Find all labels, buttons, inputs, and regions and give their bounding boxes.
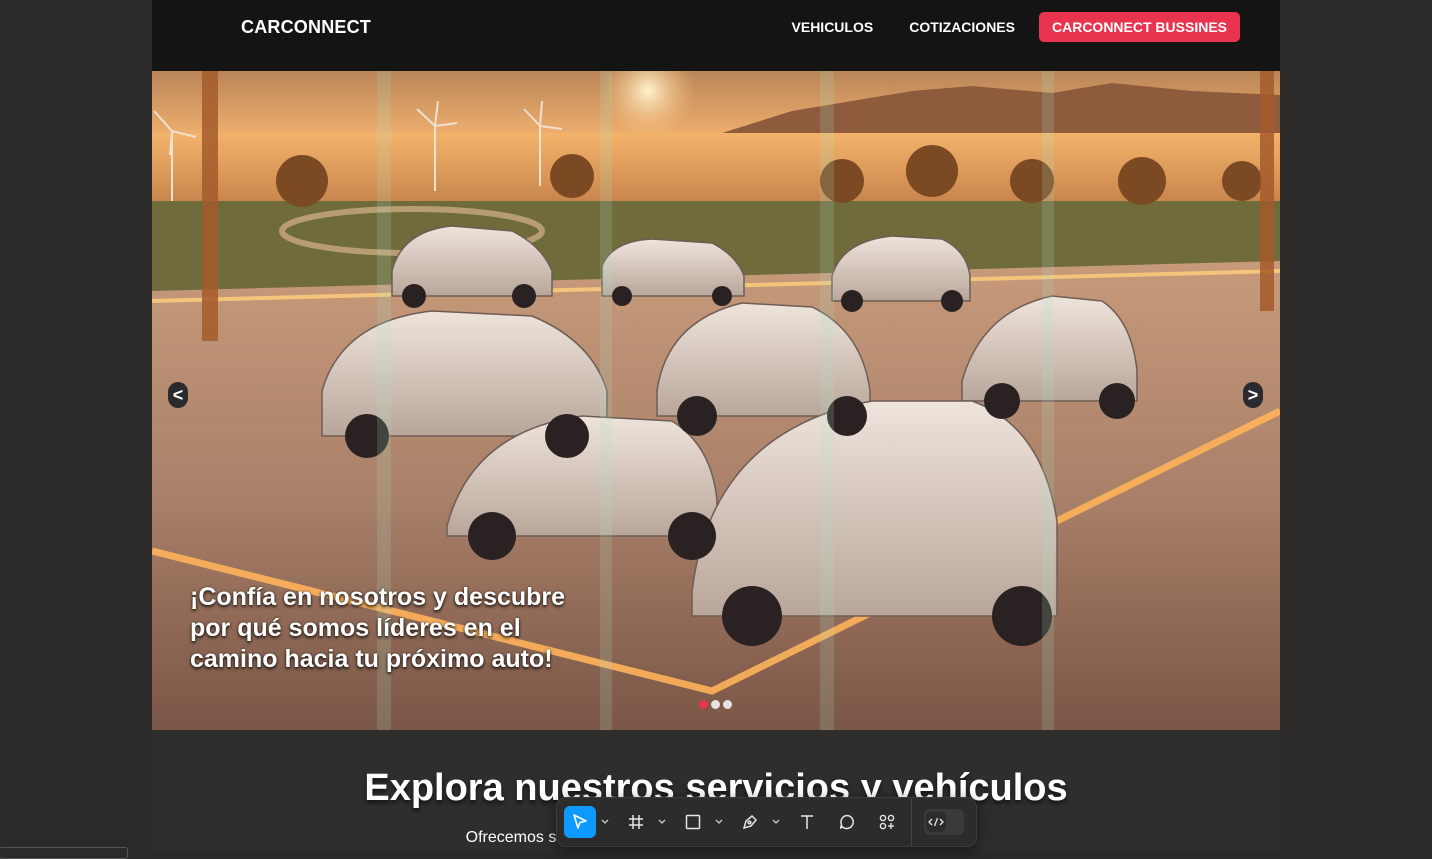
carousel-prev-button[interactable]: < (168, 382, 188, 408)
actions-icon[interactable] (871, 806, 903, 838)
bottom-left-panel (0, 847, 128, 859)
chevron-down-icon[interactable] (600, 815, 610, 829)
code-icon (926, 812, 946, 832)
hero-caption: ¡Confía en nosotros y descubre por qué s… (190, 583, 566, 673)
rectangle-icon[interactable] (677, 806, 709, 838)
carousel-dot-3[interactable] (723, 700, 732, 709)
nav-vehiculos[interactable]: VEHICULOS (792, 19, 874, 35)
carousel-dot-1[interactable] (699, 700, 708, 709)
carousel-next-button[interactable]: > (1243, 382, 1263, 408)
nav-cotizaciones[interactable]: COTIZACIONES (909, 19, 1015, 35)
business-cta-button[interactable]: CARCONNECT BUSSINES (1038, 12, 1240, 42)
chevron-down-icon[interactable] (771, 815, 781, 829)
dev-mode-toggle[interactable] (924, 809, 964, 835)
hero-carousel: < > ¡Confía en nosotros y descubre por q… (152, 71, 1280, 730)
move-pointer-icon[interactable] (564, 806, 596, 838)
app-frame: CARCONNECT VEHICULOS COTIZACIONES CARCON… (152, 0, 1280, 852)
comment-icon[interactable] (831, 806, 863, 838)
chevron-down-icon[interactable] (657, 815, 667, 829)
main-nav: VEHICULOS COTIZACIONES CARCONNECT BUSSIN… (756, 12, 1240, 42)
frame-icon[interactable] (620, 806, 652, 838)
design-toolbar (556, 797, 977, 847)
carousel-indicators (699, 700, 735, 709)
text-icon[interactable] (791, 806, 823, 838)
site-header: CARCONNECT VEHICULOS COTIZACIONES CARCON… (152, 0, 1280, 71)
toolbar-divider (911, 798, 912, 846)
pen-icon[interactable] (734, 806, 766, 838)
chevron-down-icon[interactable] (714, 815, 724, 829)
carousel-dot-2[interactable] (711, 700, 720, 709)
brand-logo[interactable]: CARCONNECT (241, 17, 371, 38)
